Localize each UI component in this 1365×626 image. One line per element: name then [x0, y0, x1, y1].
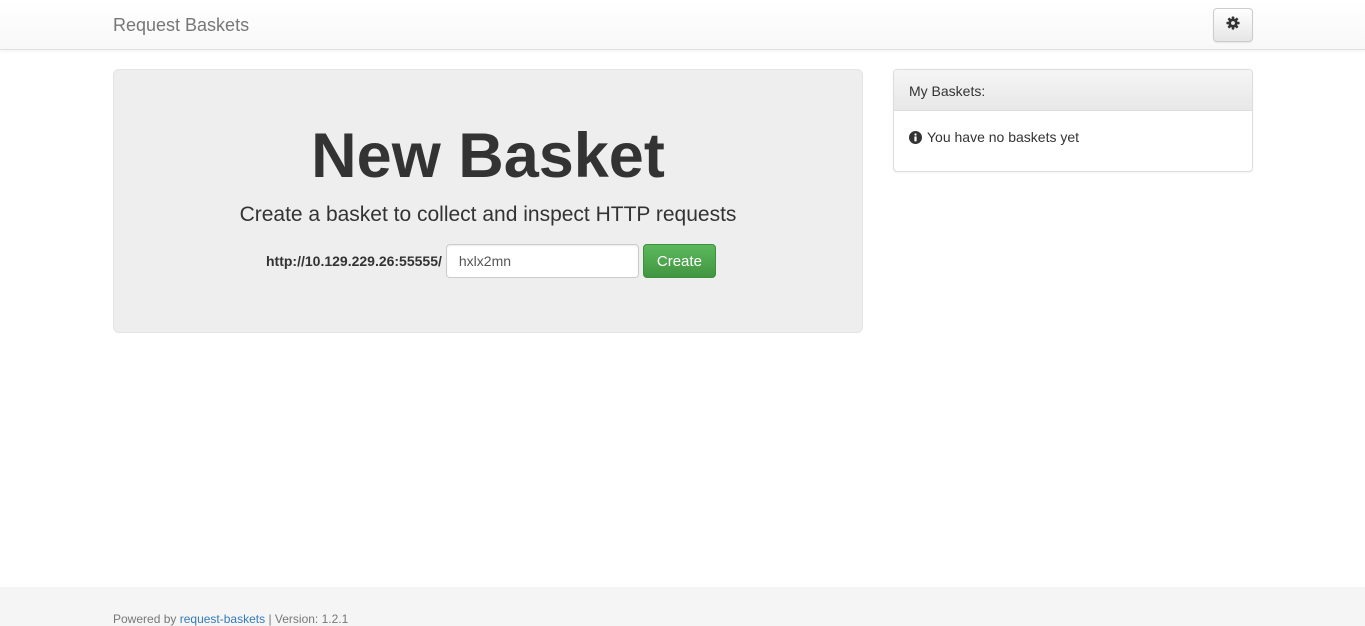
request-baskets-link[interactable]: request-baskets	[180, 612, 265, 626]
basket-url-prefix: http://10.129.229.26:55555/	[266, 253, 442, 269]
footer: Powered by request-baskets | Version: 1.…	[0, 587, 1365, 626]
info-circle-icon	[909, 130, 922, 144]
create-basket-form: http://10.129.229.26:55555/ Create	[266, 244, 716, 278]
page-subtitle: Create a basket to collect and inspect H…	[239, 203, 737, 226]
footer-text: Powered by request-baskets | Version: 1.…	[113, 612, 348, 626]
settings-button[interactable]	[1213, 8, 1253, 42]
version-label: | Version: 1.2.1	[268, 612, 349, 626]
create-button[interactable]: Create	[642, 244, 716, 278]
powered-by-label: Powered by	[113, 612, 177, 626]
new-basket-jumbotron: New Basket Create a basket to collect an…	[113, 69, 863, 333]
top-navbar: Request Baskets	[0, 0, 1365, 50]
basket-name-input[interactable]	[445, 244, 639, 278]
page-title: New Basket	[311, 121, 665, 191]
brand-link[interactable]: Request Baskets	[113, 14, 249, 36]
empty-baskets-message: You have no baskets yet	[927, 129, 1080, 145]
my-baskets-heading: My Baskets:	[894, 70, 1252, 111]
gear-icon	[1226, 15, 1240, 35]
my-baskets-body: You have no baskets yet	[894, 111, 1252, 163]
my-baskets-panel: My Baskets: You have no baskets yet	[893, 69, 1253, 172]
